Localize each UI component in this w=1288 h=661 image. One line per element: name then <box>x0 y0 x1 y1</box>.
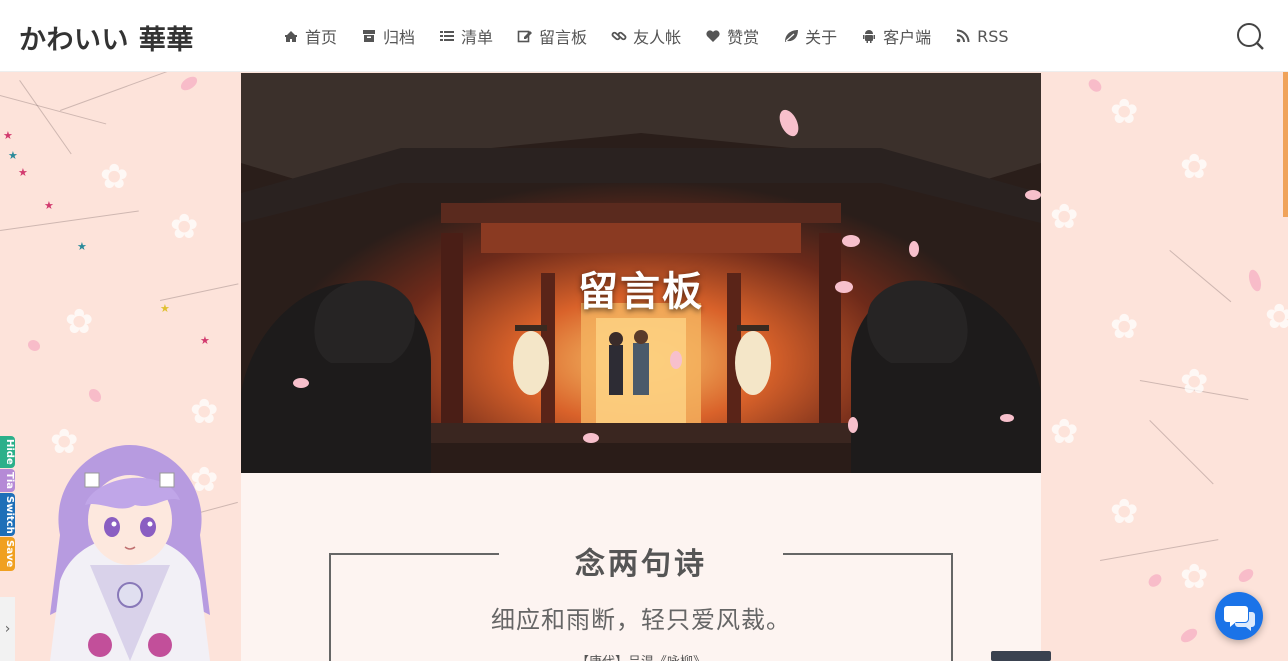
nav-item-friends[interactable]: 友人帐 <box>611 24 681 48</box>
site-header: かわいい 華華 首页 归档 清单 留言板 友人帐 赞赏 关于 客户端 RSS <box>0 0 1288 72</box>
main-nav: 首页 归档 清单 留言板 友人帐 赞赏 关于 客户端 RSS <box>283 24 1033 48</box>
nav-label: 客户端 <box>883 28 932 47</box>
site-logo[interactable]: かわいい 華華 <box>19 18 194 57</box>
hide-tab[interactable]: Hide <box>0 436 15 468</box>
nav-label: 留言板 <box>539 28 588 47</box>
edit-icon <box>517 28 533 44</box>
nav-item-home[interactable]: 首页 <box>283 24 337 48</box>
nav-item-archive[interactable]: 归档 <box>361 24 415 48</box>
save-tab[interactable]: Save <box>0 537 15 571</box>
scroll-progress-bar[interactable] <box>1283 72 1288 217</box>
nav-item-rss[interactable]: RSS <box>955 24 1009 48</box>
nav-item-donate[interactable]: 赞赏 <box>705 24 759 48</box>
page-title: 留言板 <box>578 269 704 315</box>
chat-button[interactable] <box>1215 592 1263 640</box>
nav-label: 赞赏 <box>727 28 760 47</box>
nav-label: 清单 <box>461 28 494 47</box>
nav-label: 关于 <box>805 28 838 47</box>
poem-title: 念两句诗 <box>499 539 783 583</box>
chat-bubble-icon <box>1224 606 1255 631</box>
leaf-icon <box>783 28 799 44</box>
hero-banner: 留言板 <box>241 73 1041 473</box>
home-icon <box>283 28 299 44</box>
nav-label: RSS <box>977 26 1009 46</box>
nav-label: 首页 <box>305 28 338 47</box>
music-player-bar[interactable] <box>991 651 1051 661</box>
archive-icon <box>361 28 377 44</box>
list-icon <box>439 28 455 44</box>
android-icon <box>861 28 877 44</box>
live2d-tool-tabs: Hide Tia Switch Save <box>0 436 15 572</box>
rss-icon <box>955 28 971 44</box>
tia-tab[interactable]: Tia <box>0 468 15 492</box>
heart-icon <box>705 28 721 44</box>
nav-label: 友人帐 <box>633 28 682 47</box>
mascot-character[interactable] <box>30 445 230 661</box>
search-icon[interactable] <box>1236 22 1264 50</box>
poem-section: 念两句诗 细应和雨断，轻只爱风裁。 【唐代】吕温《咏柳》 <box>241 473 1041 661</box>
poem-line: 细应和雨断，轻只爱风裁。 <box>491 606 791 634</box>
nav-item-guestbook[interactable]: 留言板 <box>517 24 587 48</box>
nav-item-client[interactable]: 客户端 <box>861 24 931 48</box>
main-content: 留言板 念两句诗 细应和雨断，轻只爱风裁。 【唐代】吕温《咏柳》 <box>241 73 1041 661</box>
link-icon <box>611 28 627 44</box>
nav-item-about[interactable]: 关于 <box>783 24 837 48</box>
nav-item-list[interactable]: 清单 <box>439 24 493 48</box>
poem-source: 【唐代】吕温《咏柳》 <box>329 651 953 661</box>
switch-tab[interactable]: Switch <box>0 492 15 537</box>
chevron-right-icon[interactable]: › <box>0 597 15 661</box>
nav-label: 归档 <box>383 28 416 47</box>
